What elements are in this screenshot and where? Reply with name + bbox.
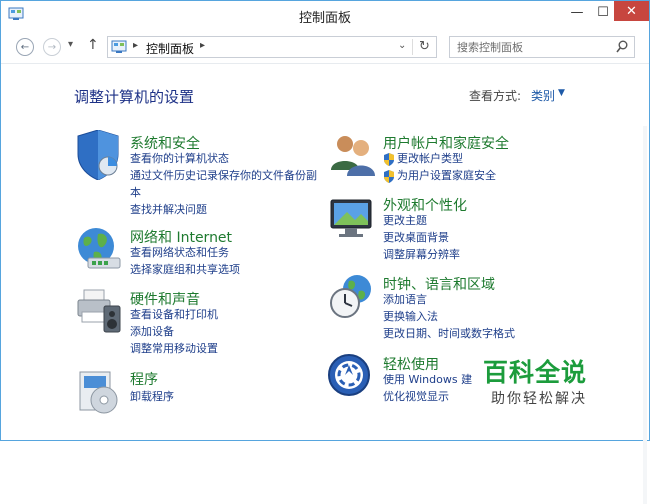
link-file-history-backup[interactable]: 通过文件历史记录保存你的文件备份副: [130, 169, 317, 183]
category-title-clock-language-region[interactable]: 时钟、语言和区域: [383, 274, 495, 294]
link-mobility-settings[interactable]: 调整常用移动设置: [130, 342, 218, 356]
link-change-input-method[interactable]: 更换输入法: [383, 310, 438, 324]
link-view-computer-status[interactable]: 查看你的计算机状态: [130, 152, 229, 166]
programs-disc-icon[interactable]: [74, 366, 124, 416]
link-windows-suggestions[interactable]: 使用 Windows 建: [383, 373, 472, 387]
page-title: 调整计算机的设置: [74, 88, 195, 106]
refresh-button[interactable]: ↻: [419, 39, 430, 54]
link-screen-resolution[interactable]: 调整屏幕分辨率: [383, 248, 460, 262]
category-title-user-accounts[interactable]: 用户帐户和家庭安全: [383, 133, 509, 153]
category-title-system-security[interactable]: 系统和安全: [130, 133, 200, 153]
link-date-time-format[interactable]: 更改日期、时间或数字格式: [383, 327, 515, 341]
control-panel-icon: [111, 40, 127, 53]
ease-of-access-icon[interactable]: [327, 351, 377, 401]
address-bar[interactable]: ▸ 控制面板 ▸ ⌄ ↻: [107, 36, 437, 58]
back-button[interactable]: ←: [16, 38, 34, 56]
printer-speaker-icon[interactable]: [74, 286, 124, 336]
address-divider: [412, 39, 413, 55]
breadcrumb-chevron-icon[interactable]: ▸: [200, 40, 205, 51]
monitor-appearance-icon[interactable]: [327, 192, 377, 242]
link-network-status[interactable]: 查看网络状态和任务: [130, 246, 229, 260]
uac-shield-icon: [384, 153, 394, 166]
forward-button[interactable]: →: [43, 38, 61, 56]
maximize-button[interactable]: ☐: [592, 1, 614, 23]
view-by-dropdown[interactable]: 类别: [531, 87, 555, 104]
category-title-network-internet[interactable]: 网络和 Internet: [130, 227, 232, 247]
link-change-theme[interactable]: 更改主题: [383, 214, 427, 228]
link-devices-printers[interactable]: 查看设备和打印机: [130, 308, 218, 322]
link-add-device[interactable]: 添加设备: [130, 325, 174, 339]
search-input[interactable]: [450, 37, 610, 57]
control-panel-window: 控制面板 — ☐ ✕ ← → ▾ ↑ ▸ 控制面板 ▸ ⌄ ↻ 搜索控制面板 调…: [0, 0, 650, 504]
shield-chart-icon[interactable]: [74, 130, 124, 180]
link-desktop-background[interactable]: 更改桌面背景: [383, 231, 449, 245]
up-button[interactable]: ↑: [87, 37, 99, 53]
watermark-logo-text: 百科全说: [483, 358, 588, 387]
search-box[interactable]: [449, 36, 635, 58]
window-title: 控制面板: [298, 11, 351, 26]
category-title-hardware-sound[interactable]: 硬件和声音: [130, 289, 200, 309]
globe-network-icon[interactable]: [74, 224, 124, 274]
category-title-programs[interactable]: 程序: [130, 369, 158, 389]
link-file-history-backup-cont[interactable]: 本: [130, 186, 141, 200]
minimize-button[interactable]: —: [564, 1, 590, 23]
navigation-bar: ← → ▾ ↑ ▸ 控制面板 ▸ ⌄ ↻: [1, 31, 649, 61]
clock-globe-icon[interactable]: [327, 271, 377, 321]
search-icon[interactable]: [616, 40, 628, 54]
link-optimize-visual-display[interactable]: 优化视觉显示: [383, 390, 449, 404]
close-button[interactable]: ✕: [614, 1, 649, 21]
category-title-appearance[interactable]: 外观和个性化: [383, 195, 467, 215]
category-title-ease-of-access[interactable]: 轻松使用: [383, 354, 439, 374]
scrollbar[interactable]: [641, 126, 649, 504]
link-uninstall-program[interactable]: 卸载程序: [130, 390, 174, 404]
title-bar[interactable]: 控制面板 — ☐ ✕: [1, 1, 649, 29]
link-troubleshoot[interactable]: 查找并解决问题: [130, 203, 207, 217]
users-icon[interactable]: [327, 130, 377, 180]
link-homegroup-sharing[interactable]: 选择家庭组和共享选项: [130, 263, 240, 277]
uac-shield-icon: [384, 170, 394, 183]
view-by-label: 查看方式:: [469, 89, 522, 103]
watermark-tagline: 助你轻松解决: [491, 391, 587, 407]
breadcrumb-control-panel[interactable]: 控制面板: [146, 40, 194, 57]
chevron-down-icon[interactable]: ▼: [558, 88, 565, 98]
address-dropdown-icon[interactable]: ⌄: [398, 40, 406, 51]
breadcrumb-chevron-icon[interactable]: ▸: [133, 40, 138, 51]
recent-locations-dropdown[interactable]: ▾: [68, 39, 73, 50]
link-family-safety[interactable]: 为用户设置家庭安全: [397, 169, 496, 183]
link-change-account-type[interactable]: 更改帐户类型: [397, 152, 463, 166]
link-add-language[interactable]: 添加语言: [383, 293, 427, 307]
